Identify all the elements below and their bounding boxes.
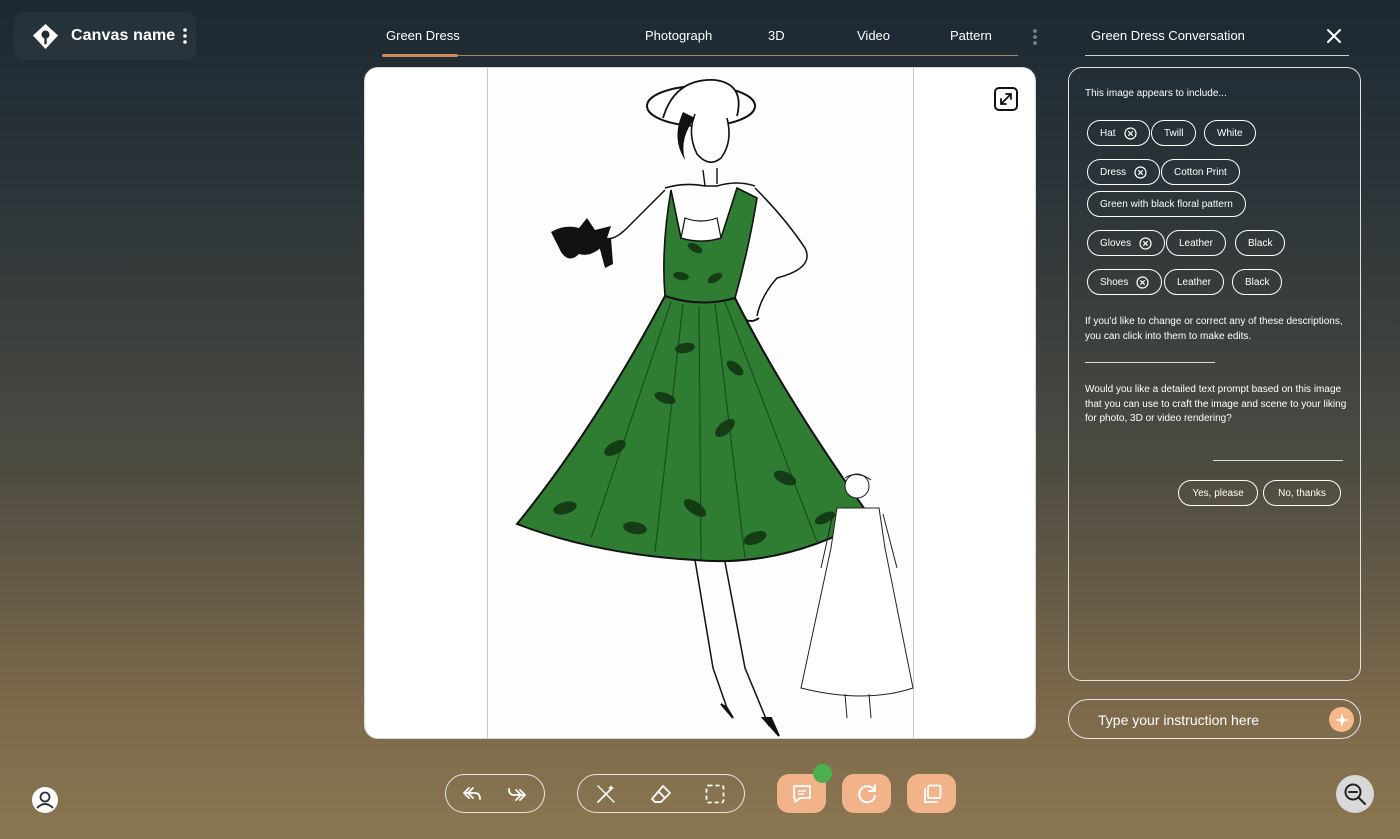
chip-gloves-leather[interactable]: Leather — [1166, 230, 1226, 256]
conversation-header: Green Dress Conversation — [1085, 18, 1349, 56]
logo-icon — [32, 23, 59, 50]
intro-text: This image appears to include... — [1085, 88, 1227, 99]
chip-label: Shoes — [1100, 276, 1129, 288]
fashion-sketch-image — [515, 79, 914, 737]
instruction-input[interactable] — [1098, 709, 1318, 731]
no-thanks-button[interactable]: No, thanks — [1263, 480, 1341, 506]
tools-toolbar — [577, 774, 745, 813]
undo-icon — [463, 787, 481, 800]
tab-more-icon[interactable] — [1032, 29, 1038, 45]
undo-button[interactable] — [460, 783, 484, 805]
layers-button[interactable] — [907, 774, 956, 813]
selection-button[interactable] — [703, 783, 727, 805]
user-icon — [36, 791, 54, 809]
expand-icon — [1000, 93, 1012, 105]
chat-icon — [792, 784, 811, 803]
submit-button[interactable] — [1329, 707, 1354, 732]
edit-hint-text: If you'd like to change or correct any o… — [1085, 316, 1343, 342]
prompt-question-text: Would you like a detailed text prompt ba… — [1085, 384, 1347, 424]
tab-bar: Green Dress Photograph 3D Video Pattern — [382, 18, 1018, 57]
yes-please-button[interactable]: Yes, please — [1178, 480, 1258, 506]
redo-button[interactable] — [505, 783, 529, 805]
chip-gloves-black[interactable]: Black — [1235, 230, 1286, 256]
divider — [1213, 460, 1343, 461]
chip-hat[interactable]: Hat — [1087, 120, 1150, 146]
redo-icon — [508, 788, 526, 801]
chip-gloves[interactable]: Gloves — [1087, 230, 1166, 256]
chip-shoes-black[interactable]: Black — [1232, 269, 1283, 295]
zoom-out-icon — [1344, 783, 1366, 805]
chip-shoes-leather[interactable]: Leather — [1164, 269, 1224, 295]
divider — [1085, 362, 1215, 363]
conversation-title: Green Dress Conversation — [1091, 28, 1245, 43]
conversation-panel: This image appears to include... Hat Twi… — [1068, 67, 1361, 681]
user-avatar[interactable] — [32, 787, 58, 813]
canvas-name[interactable]: Canvas name — [71, 27, 175, 45]
remove-icon[interactable] — [1134, 165, 1147, 179]
canvas-header: Canvas name — [14, 12, 196, 60]
tab-pattern[interactable]: Pattern — [950, 28, 992, 43]
tab-video[interactable]: Video — [857, 28, 890, 43]
magic-wand-icon — [597, 785, 615, 803]
selection-icon — [705, 784, 725, 804]
tab-green-dress[interactable]: Green Dress — [386, 28, 460, 43]
refresh-button[interactable] — [842, 774, 891, 813]
expand-button[interactable] — [994, 87, 1018, 111]
chip-green-floral[interactable]: Green with black floral pattern — [1087, 191, 1246, 217]
history-toolbar — [445, 774, 545, 813]
chip-shoes[interactable]: Shoes — [1087, 269, 1163, 295]
layers-icon — [923, 784, 941, 803]
remove-icon[interactable] — [1136, 275, 1149, 289]
refresh-icon — [857, 783, 876, 803]
tab-3d[interactable]: 3D — [768, 28, 785, 43]
remove-icon[interactable] — [1139, 236, 1152, 250]
active-tab-indicator — [382, 54, 458, 57]
chip-label: Dress — [1100, 166, 1127, 178]
chip-white[interactable]: White — [1204, 120, 1256, 146]
more-options-icon[interactable] — [182, 27, 188, 45]
eraser-icon — [651, 785, 671, 803]
chip-label: Gloves — [1100, 237, 1132, 249]
chip-cotton-print[interactable]: Cotton Print — [1161, 159, 1240, 185]
chip-label: Hat — [1100, 127, 1116, 139]
chip-twill[interactable]: Twill — [1151, 120, 1197, 146]
image-canvas[interactable] — [364, 67, 1036, 739]
zoom-out-button[interactable] — [1336, 775, 1374, 813]
close-icon[interactable] — [1326, 28, 1342, 44]
tab-photograph[interactable]: Photograph — [645, 28, 712, 43]
chip-dress[interactable]: Dress — [1087, 159, 1161, 185]
eraser-button[interactable] — [649, 783, 673, 805]
remove-icon[interactable] — [1123, 126, 1137, 140]
instruction-bar — [1068, 699, 1361, 739]
sparkle-icon — [1334, 712, 1349, 727]
magic-wand-button[interactable] — [594, 783, 618, 805]
notification-dot — [813, 764, 832, 783]
